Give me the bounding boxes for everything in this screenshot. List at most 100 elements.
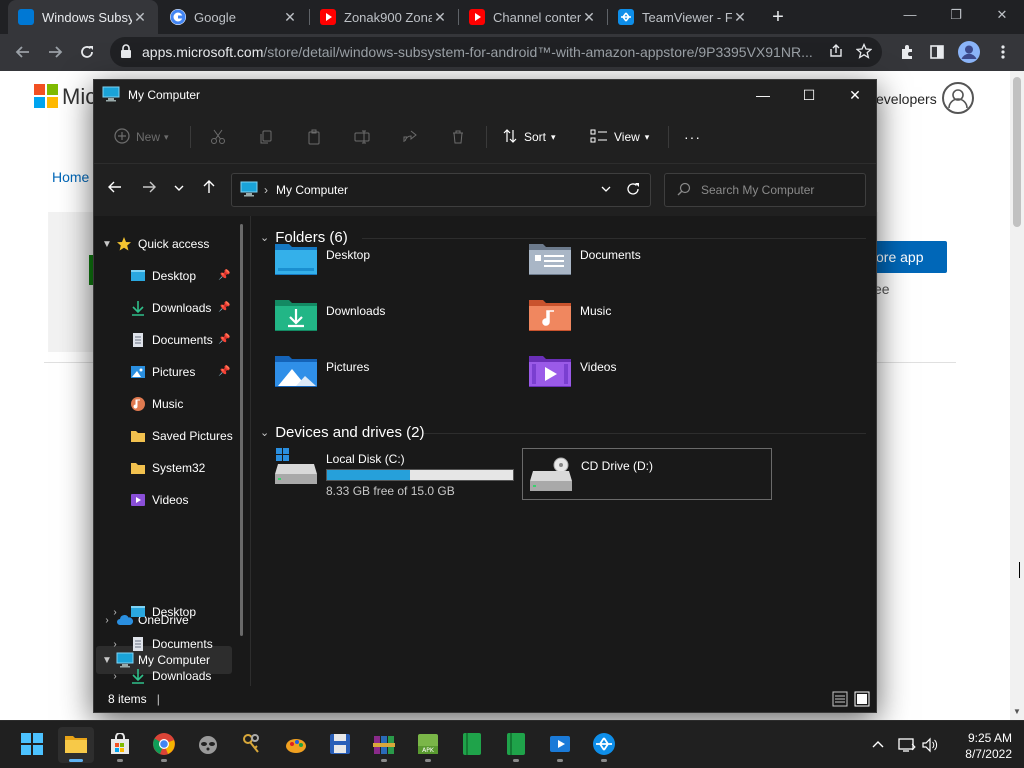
sidebar-item-desktop[interactable]: Desktop 📌 bbox=[130, 262, 238, 290]
recent-locations-chevron-icon[interactable] bbox=[166, 178, 192, 202]
sidebar-item-computer-desktop[interactable]: › Desktop bbox=[108, 598, 196, 626]
sidebar-item-downloads[interactable]: Downloads 📌 bbox=[130, 294, 238, 322]
get-in-store-app-button[interactable]: ore app bbox=[870, 241, 947, 273]
account-avatar-icon[interactable] bbox=[942, 82, 974, 114]
chevron-down-icon[interactable]: ▼ bbox=[100, 239, 114, 250]
network-icon[interactable] bbox=[898, 721, 916, 768]
scroll-down-arrow-icon[interactable]: ▼ bbox=[1013, 707, 1021, 716]
tab-zonak900[interactable]: Zonak900 Zona ✕ bbox=[310, 0, 458, 34]
taskbar-microsoft-store[interactable] bbox=[102, 727, 138, 763]
restore-window-icon[interactable]: ❐ bbox=[932, 0, 980, 30]
sidebar-item-pictures[interactable]: Pictures 📌 bbox=[130, 358, 238, 386]
close-window-icon[interactable]: ✕ bbox=[978, 0, 1024, 30]
taskbar-teamviewer[interactable] bbox=[586, 727, 622, 763]
taskbar-keys-app[interactable] bbox=[234, 727, 270, 763]
explorer-title-bar[interactable]: My Computer — ☐ ✕ bbox=[94, 80, 876, 110]
chevron-down-icon[interactable]: ⌄ bbox=[260, 426, 269, 439]
taskbar-winrar[interactable] bbox=[366, 727, 402, 763]
up-arrow-icon[interactable] bbox=[196, 178, 222, 202]
share-icon[interactable] bbox=[402, 124, 418, 150]
taskbar-paint-app[interactable] bbox=[278, 727, 314, 763]
view-button[interactable]: View ▾ bbox=[590, 124, 649, 150]
copy-icon[interactable] bbox=[258, 124, 274, 150]
folder-desktop[interactable]: Desktop bbox=[274, 240, 514, 292]
taskbar-apk-app[interactable]: APK bbox=[410, 727, 446, 763]
rename-icon[interactable] bbox=[354, 124, 370, 150]
taskbar-save-app[interactable] bbox=[322, 727, 358, 763]
search-input[interactable]: Search My Computer bbox=[664, 173, 866, 207]
close-tab-icon[interactable]: ✕ bbox=[732, 9, 748, 26]
taskbar-green-app-2[interactable] bbox=[498, 727, 534, 763]
address-bar[interactable]: apps.microsoft.com/store/detail/windows-… bbox=[110, 37, 882, 67]
sidebar-item-videos[interactable]: Videos bbox=[130, 486, 188, 514]
sidebar-scrollbar[interactable] bbox=[240, 224, 243, 636]
more-options-button[interactable]: ··· bbox=[684, 124, 701, 150]
taskbar-media-player[interactable] bbox=[542, 727, 578, 763]
maximize-explorer-icon[interactable]: ☐ bbox=[786, 80, 832, 110]
folder-videos[interactable]: Videos bbox=[528, 352, 768, 404]
folder-music[interactable]: Music bbox=[528, 296, 768, 348]
tray-overflow-chevron[interactable] bbox=[872, 721, 884, 768]
system-clock[interactable]: 9:25 AM 8/7/2022 bbox=[948, 730, 1012, 762]
side-panel-icon[interactable] bbox=[922, 37, 952, 67]
chevron-right-icon[interactable]: › bbox=[108, 671, 122, 682]
taskbar-green-app-1[interactable] bbox=[454, 727, 490, 763]
tiles-view-icon[interactable] bbox=[854, 691, 870, 710]
sidebar-item-music[interactable]: Music bbox=[130, 390, 183, 418]
chevron-down-icon[interactable]: ⌄ bbox=[260, 231, 269, 244]
close-tab-icon[interactable]: ✕ bbox=[432, 9, 448, 26]
breadcrumb-home-link[interactable]: Home bbox=[52, 169, 89, 185]
sidebar-item-saved-pictures[interactable]: Saved Pictures bbox=[130, 422, 233, 450]
scrollbar-thumb[interactable] bbox=[1013, 77, 1021, 227]
folder-downloads[interactable]: Downloads bbox=[274, 296, 514, 348]
close-tab-icon[interactable]: ✕ bbox=[132, 9, 148, 26]
chevron-right-icon[interactable]: › bbox=[108, 607, 122, 618]
close-tab-icon[interactable]: ✕ bbox=[581, 9, 597, 26]
sidebar-item-quick-access[interactable]: ▼ Quick access bbox=[100, 230, 209, 258]
pane-divider[interactable] bbox=[250, 216, 251, 686]
back-arrow-icon[interactable] bbox=[102, 178, 128, 202]
folder-documents[interactable]: Documents bbox=[528, 240, 768, 292]
taskbar-chrome[interactable] bbox=[146, 727, 182, 763]
profile-avatar-icon[interactable] bbox=[954, 37, 984, 67]
developers-link[interactable]: evelopers bbox=[876, 91, 937, 107]
tab-teamviewer[interactable]: TeamViewer - Fr ✕ bbox=[608, 0, 758, 34]
refresh-icon[interactable] bbox=[626, 182, 640, 199]
forward-arrow-icon[interactable] bbox=[136, 178, 162, 202]
drives-group-header[interactable]: ⌄ Devices and drives (2) bbox=[260, 422, 424, 442]
breadcrumb-separator[interactable]: › bbox=[264, 183, 268, 197]
minimize-window-icon[interactable]: — bbox=[886, 0, 934, 30]
share-icon[interactable] bbox=[828, 43, 844, 62]
drive-local-disk-c[interactable]: Local Disk (C:) 8.33 GB free of 15.0 GB bbox=[274, 448, 514, 500]
bookmark-star-icon[interactable] bbox=[855, 42, 873, 62]
drive-cd-d[interactable]: CD Drive (D:) bbox=[522, 448, 772, 500]
lock-icon[interactable] bbox=[120, 43, 132, 61]
minimize-explorer-icon[interactable]: — bbox=[740, 80, 786, 110]
extensions-icon[interactable] bbox=[892, 37, 922, 67]
cut-icon[interactable] bbox=[210, 124, 226, 150]
volume-icon[interactable] bbox=[922, 721, 938, 768]
new-tab-button[interactable]: + bbox=[766, 5, 790, 29]
reload-icon[interactable] bbox=[72, 37, 102, 67]
folder-pictures[interactable]: Pictures bbox=[274, 352, 514, 404]
browser-menu-icon[interactable] bbox=[988, 37, 1018, 67]
page-scrollbar[interactable]: ▼ bbox=[1010, 71, 1024, 720]
forward-arrow-icon[interactable] bbox=[40, 37, 70, 67]
explorer-address-bar[interactable]: › My Computer bbox=[231, 173, 651, 207]
close-tab-icon[interactable]: ✕ bbox=[282, 9, 298, 26]
paste-icon[interactable] bbox=[306, 124, 322, 150]
back-arrow-icon[interactable] bbox=[8, 37, 38, 67]
details-view-icon[interactable] bbox=[832, 691, 848, 710]
sort-button[interactable]: Sort ▾ bbox=[502, 124, 556, 150]
start-button[interactable] bbox=[14, 727, 50, 763]
sidebar-item-documents[interactable]: Documents 📌 bbox=[130, 326, 238, 354]
close-explorer-icon[interactable]: ✕ bbox=[832, 80, 878, 110]
taskbar-file-explorer[interactable] bbox=[58, 727, 94, 763]
chevron-right-icon[interactable]: › bbox=[108, 639, 122, 650]
new-button[interactable]: New ▾ bbox=[114, 124, 169, 150]
tab-google[interactable]: Google ✕ bbox=[160, 0, 308, 34]
address-history-chevron-icon[interactable] bbox=[600, 183, 612, 198]
tab-channel-content[interactable]: Channel conten ✕ bbox=[459, 0, 607, 34]
breadcrumb-my-computer[interactable]: My Computer bbox=[276, 183, 600, 197]
delete-icon[interactable] bbox=[450, 124, 466, 150]
